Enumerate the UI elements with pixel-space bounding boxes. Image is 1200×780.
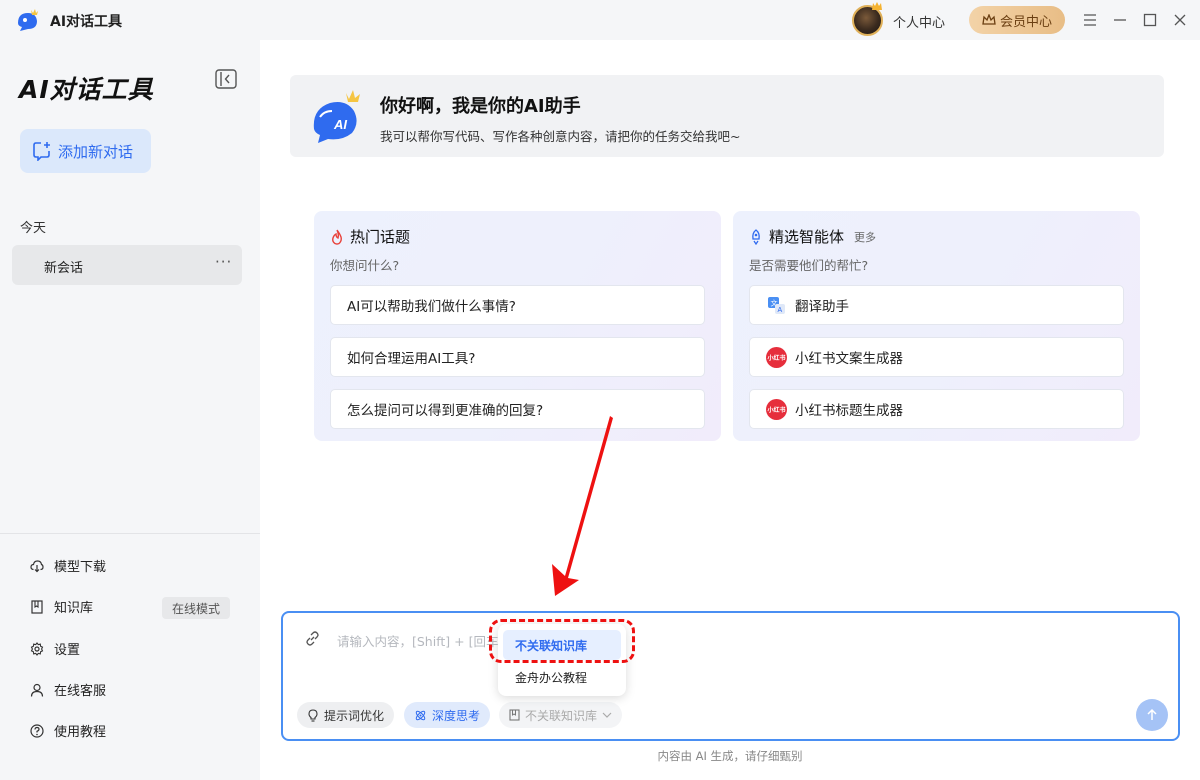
svg-text:AI: AI [333, 117, 347, 132]
gear-icon [30, 641, 44, 656]
sidebar-item-label: 在线客服 [54, 684, 107, 699]
arrow-up-icon [1147, 708, 1157, 720]
featured-agents-subtitle: 是否需要他们的帮忙? [749, 258, 869, 273]
person-icon [30, 683, 44, 697]
sidebar-item-model-download[interactable]: 模型下载 [30, 556, 106, 575]
sidebar-item-customer-service[interactable]: 在线客服 [30, 680, 106, 699]
crown-icon [872, 2, 882, 10]
topic-item[interactable]: 怎么提问可以得到更准确的回复? [330, 389, 705, 429]
topic-item[interactable]: AI可以帮助我们做什么事情? [330, 285, 705, 325]
hot-topics-subtitle: 你想问什么? [330, 258, 400, 273]
user-center-link[interactable]: 个人中心 [893, 12, 945, 31]
agent-item-xhs-title[interactable]: 小红书 小红书标题生成器 [749, 389, 1124, 429]
date-group-label: 今天 [20, 221, 47, 236]
welcome-subtitle: 我可以帮你写代码、写作各种创意内容，请把你的任务交给我吧~ [380, 129, 741, 144]
assistant-logo-icon: AI [313, 90, 360, 143]
more-agents-link[interactable]: 更多 [854, 229, 876, 245]
add-new-chat-label: 添加新对话 [58, 142, 134, 161]
title-bar: AI对话工具 个人中心 会员中心 [0, 0, 1200, 40]
dropdown-option-office-tutorial[interactable]: 金舟办公教程 [503, 662, 621, 692]
featured-agents-card: 精选智能体 更多 是否需要他们的帮忙? 文A 翻译助手 小红书 小红书文案生成器… [733, 211, 1140, 441]
new-chat-icon [33, 142, 50, 161]
xiaohongshu-icon: 小红书 [766, 346, 787, 368]
sidebar-item-label: 使用教程 [54, 725, 107, 740]
sidebar-title: AI对话工具 [19, 75, 154, 104]
book-icon [31, 599, 43, 614]
attachment-link-icon[interactable] [305, 631, 320, 646]
featured-agents-title: 精选智能体 [769, 228, 845, 246]
ai-disclaimer: 内容由 AI 生成，请仔细甄别 [657, 749, 803, 763]
book-icon [509, 709, 520, 721]
sidebar: AI对话工具 添加新对话 今天 新会话 ··· 模型下载 知识库 设置 在线客服… [0, 40, 260, 780]
agent-item-xhs-copy[interactable]: 小红书 小红书文案生成器 [749, 337, 1124, 377]
sidebar-item-label: 设置 [54, 643, 81, 658]
add-new-chat-button[interactable]: 添加新对话 [20, 129, 151, 173]
app-logo-icon [18, 9, 38, 31]
welcome-banner: AI 你好啊，我是你的AI助手 我可以帮你写代码、写作各种创意内容，请把你的任务… [290, 75, 1164, 157]
prompt-optimize-button[interactable]: 提示词优化 [297, 702, 395, 728]
menu-icon[interactable] [1080, 10, 1100, 30]
topic-item[interactable]: 如何合理运用AI工具? [330, 337, 705, 377]
sidebar-item-label: 模型下载 [54, 560, 107, 575]
deep-think-label: 深度思考 [432, 708, 481, 723]
agent-label: 小红书标题生成器 [795, 403, 903, 419]
lightbulb-icon [308, 708, 318, 722]
hot-topics-title: 热门话题 [350, 228, 411, 246]
chat-input-placeholder[interactable]: 请输入内容，[Shift] + [回车] [337, 631, 503, 650]
sidebar-item-tutorial[interactable]: 使用教程 [30, 721, 106, 740]
session-item[interactable]: 新会话 ··· [12, 245, 242, 285]
flame-icon [332, 229, 342, 245]
agent-item-translate[interactable]: 文A 翻译助手 [749, 285, 1124, 325]
hot-topics-card: 热门话题 你想问什么? AI可以帮助我们做什么事情? 如何合理运用AI工具? 怎… [314, 211, 721, 441]
knowledge-base-select-label: 不关联知识库 [525, 708, 598, 723]
prompt-optimize-label: 提示词优化 [324, 708, 385, 723]
xiaohongshu-icon: 小红书 [766, 398, 787, 420]
agent-label: 翻译助手 [795, 299, 849, 315]
svg-text:A: A [778, 307, 783, 314]
chevron-down-icon [602, 712, 612, 718]
highlight-annotation [489, 619, 635, 663]
maximize-icon[interactable] [1140, 10, 1160, 30]
app-title: AI对话工具 [50, 14, 123, 30]
deep-think-toggle[interactable]: 深度思考 [404, 702, 491, 728]
session-label: 新会话 [44, 261, 84, 276]
rocket-icon [752, 228, 760, 245]
minimize-icon[interactable] [1110, 10, 1130, 30]
close-icon[interactable] [1170, 10, 1190, 30]
sidebar-item-settings[interactable]: 设置 [30, 639, 80, 658]
member-center-button[interactable]: 会员中心 [969, 6, 1065, 34]
translate-icon: 文A [768, 296, 785, 314]
more-options-icon[interactable]: ··· [215, 253, 232, 271]
sidebar-item-knowledge-base[interactable]: 知识库 [30, 597, 93, 616]
welcome-title: 你好啊，我是你的AI助手 [380, 96, 581, 117]
online-mode-badge[interactable]: 在线模式 [162, 597, 230, 619]
collapse-sidebar-icon[interactable] [215, 69, 237, 89]
sidebar-divider [0, 533, 260, 534]
chat-input-box[interactable]: 请输入内容，[Shift] + [回车] 提示词优化 深度思考 不关联知识库 [281, 611, 1180, 741]
member-center-label: 会员中心 [999, 14, 1052, 30]
sidebar-item-label: 知识库 [54, 601, 94, 616]
knowledge-base-select[interactable]: 不关联知识库 [499, 702, 623, 728]
cloud-download-icon [30, 559, 44, 572]
atom-icon [415, 710, 426, 720]
crown-icon [982, 14, 996, 25]
agent-label: 小红书文案生成器 [795, 351, 903, 367]
help-icon [30, 723, 44, 738]
send-button[interactable] [1136, 699, 1168, 731]
